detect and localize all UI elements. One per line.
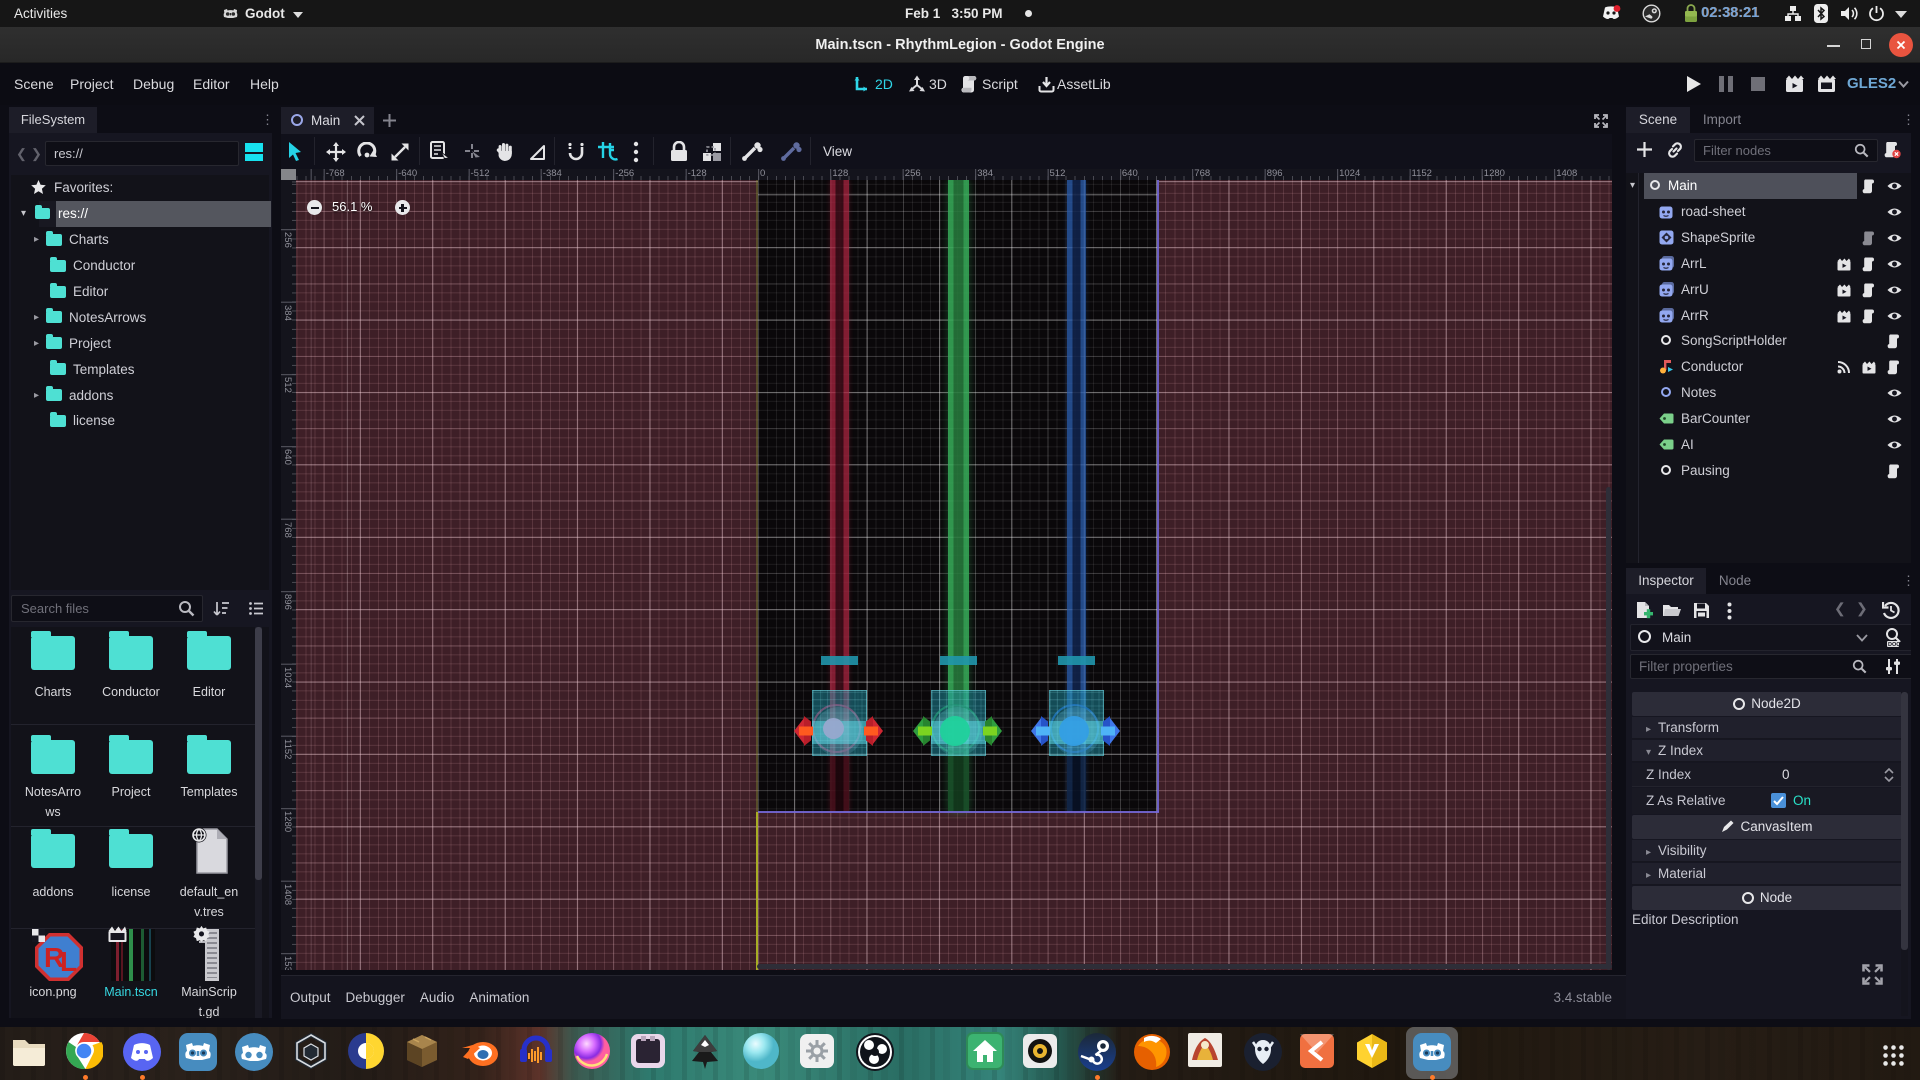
svg-text:L: L — [60, 946, 77, 977]
svg-text:DOC: DOC — [1888, 642, 1900, 647]
